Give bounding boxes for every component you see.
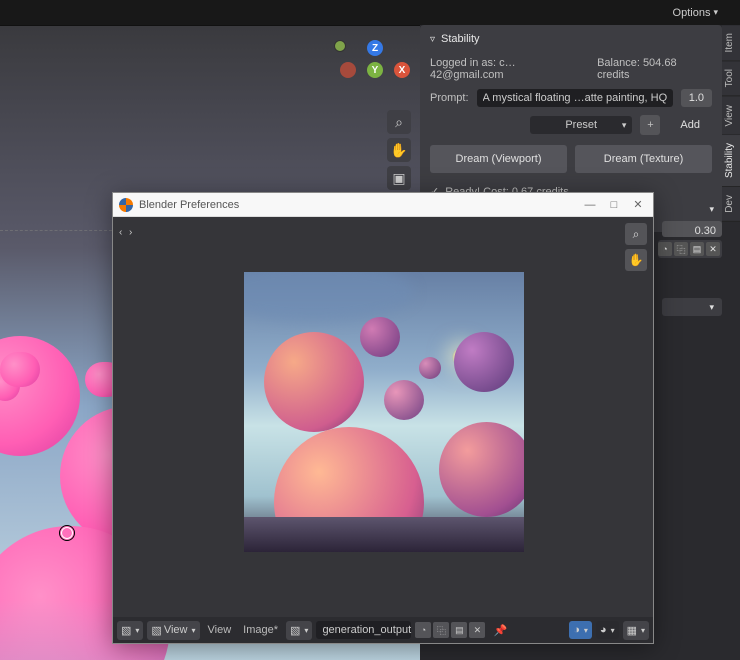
copy-icon[interactable]: ⿻ — [433, 622, 449, 638]
vtab-stability[interactable]: Stability — [722, 135, 740, 187]
axis-x[interactable]: X — [394, 62, 410, 78]
image-canvas[interactable]: ‹ › ⌕ ✋ — [113, 217, 653, 617]
image-icon: ▧ — [151, 624, 161, 637]
vtab-item[interactable]: Item — [722, 25, 740, 61]
image-editor-footer: ▧ ▧View View Image* ▧ generation_output … — [113, 617, 653, 643]
folder-icon[interactable]: ▤ — [690, 242, 704, 256]
3d-cursor — [55, 521, 79, 545]
view-menu[interactable]: View — [204, 624, 236, 636]
display-dropdown[interactable]: ▦ — [623, 621, 649, 640]
axis-y[interactable]: Y — [367, 62, 383, 78]
close-icon[interactable]: ✕ — [469, 622, 485, 638]
options-dropdown[interactable]: Options — [673, 7, 718, 19]
blender-logo-icon — [119, 198, 133, 212]
gear-icon: ◕ — [600, 624, 607, 636]
preset-dropdown[interactable]: Preset — [530, 116, 632, 134]
chevron-right-icon[interactable]: › — [129, 227, 132, 238]
link-icon[interactable]: ◔ — [415, 622, 431, 638]
axis-neg-x[interactable] — [340, 62, 356, 78]
camera-icon[interactable]: ▣ — [387, 166, 411, 190]
navigation-gizmo[interactable]: Z Y X — [340, 40, 410, 110]
add-button[interactable]: Add — [668, 116, 712, 134]
prompt-weight[interactable]: 1.0 — [681, 89, 712, 107]
panel-dropdown[interactable] — [662, 298, 722, 316]
preferences-window: Blender Preferences — □ ✕ ‹ › ⌕ ✋ — [112, 192, 654, 644]
sidebar-tabs: Item Tool View Stability Dev — [722, 25, 740, 222]
panel-dropdown[interactable] — [662, 200, 722, 218]
login-status: Logged in as: c…42@gmail.com — [430, 57, 589, 81]
preset-add-icon[interactable]: + — [640, 115, 660, 135]
top-menu-bar: Options — [0, 0, 740, 25]
dream-texture-button[interactable]: Dream (Texture) — [575, 145, 712, 173]
image-icon: ▧ — [121, 624, 131, 637]
zoom-icon[interactable]: ⌕ — [625, 223, 647, 245]
image-icon: ▧ — [290, 624, 300, 637]
value-field[interactable]: 0.30 — [662, 221, 722, 237]
link-icon[interactable]: ◔ — [658, 242, 672, 256]
image-ops: ◔ ⿻ ▤ ✕ — [415, 622, 485, 638]
window-titlebar[interactable]: Blender Preferences — □ ✕ — [113, 193, 653, 217]
pin-icon[interactable]: 📌 — [489, 624, 511, 637]
chevron-left-icon[interactable]: ‹ — [119, 227, 122, 238]
overlay-dropdown[interactable]: ◕ — [596, 621, 619, 639]
window-body: ‹ › ⌕ ✋ — [113, 217, 653, 643]
dream-viewport-button[interactable]: Dream (Viewport) — [430, 145, 567, 173]
vtab-view[interactable]: View — [722, 97, 740, 136]
vtab-tool[interactable]: Tool — [722, 61, 740, 96]
vtab-dev[interactable]: Dev — [722, 187, 740, 222]
compass-icon: ◑ — [573, 624, 580, 636]
copy-icon[interactable]: ⿻ — [674, 242, 688, 256]
ruler-line — [0, 230, 112, 231]
image-menu[interactable]: Image* — [239, 624, 282, 636]
minimize-icon[interactable]: — — [581, 196, 599, 214]
grid-icon: ▦ — [627, 624, 637, 637]
file-ops-row: ◔ ⿻ ▤ ✕ — [658, 240, 722, 258]
generated-image — [244, 272, 524, 552]
hand-icon[interactable]: ✋ — [387, 138, 411, 162]
balance-text: Balance: 504.68 credits — [597, 57, 712, 81]
panel-header[interactable]: Stability — [420, 25, 722, 53]
maximize-icon[interactable]: □ — [605, 196, 623, 214]
compass-dropdown[interactable]: ◑ — [569, 621, 592, 639]
prompt-label: Prompt: — [430, 92, 469, 104]
image-selector[interactable]: ▧ — [286, 621, 312, 640]
prompt-input[interactable] — [477, 89, 673, 107]
hand-icon[interactable]: ✋ — [625, 249, 647, 271]
close-icon[interactable]: ✕ — [629, 196, 647, 214]
scene-sphere — [0, 352, 40, 387]
close-icon[interactable]: ✕ — [706, 242, 720, 256]
zoom-icon[interactable]: ⌕ — [387, 110, 411, 134]
editor-mode-dropdown[interactable]: ▧ — [117, 621, 143, 640]
axis-center[interactable] — [334, 40, 346, 52]
image-name-field[interactable]: generation_output — [316, 621, 411, 639]
window-title: Blender Preferences — [139, 199, 575, 211]
view-dropdown-1[interactable]: ▧View — [147, 621, 199, 640]
axis-z[interactable]: Z — [367, 40, 383, 56]
folder-icon[interactable]: ▤ — [451, 622, 467, 638]
